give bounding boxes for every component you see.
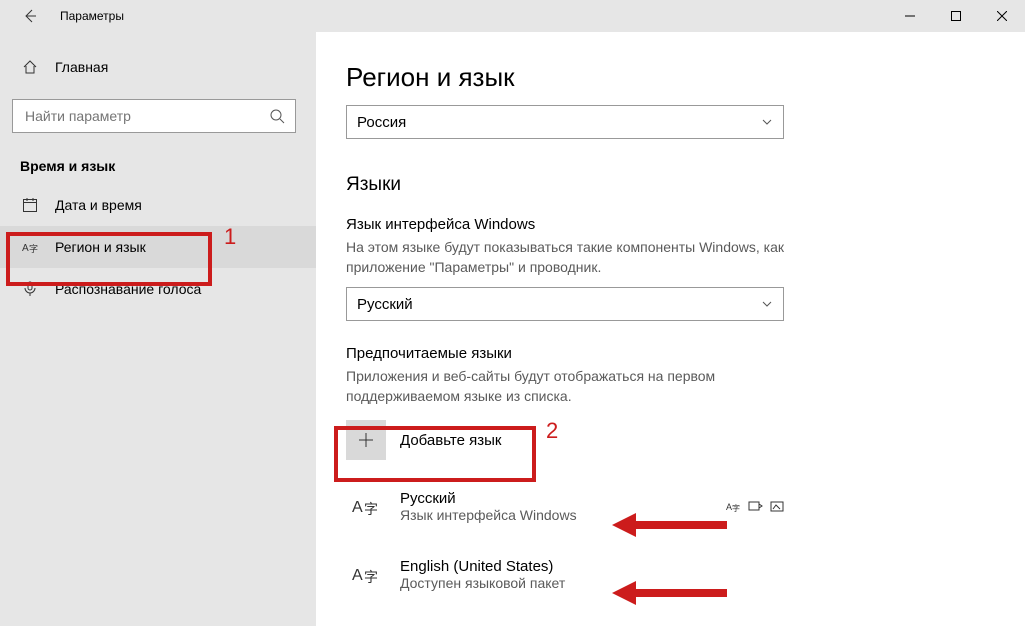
svg-text:字: 字 bbox=[364, 501, 378, 517]
nav-region-language[interactable]: A字 Регион и язык bbox=[0, 226, 316, 268]
back-button[interactable] bbox=[10, 0, 50, 32]
chevron-down-icon bbox=[761, 116, 773, 128]
nav-item-label: Регион и язык bbox=[55, 239, 146, 255]
language-glyph-icon: A字 bbox=[346, 486, 386, 526]
home-label: Главная bbox=[55, 59, 108, 75]
svg-text:A: A bbox=[352, 567, 363, 584]
annotation-arrow-1 bbox=[612, 510, 732, 540]
language-name: English (United States) bbox=[400, 558, 565, 575]
add-language-button[interactable]: Добавьте язык bbox=[346, 416, 548, 464]
window-title: Параметры bbox=[60, 9, 124, 23]
page-heading: Регион и язык bbox=[346, 62, 965, 93]
svg-text:字: 字 bbox=[364, 569, 378, 585]
language-glyph-icon: A字 bbox=[346, 554, 386, 594]
ui-lang-desc: На этом языке будут показываться такие к… bbox=[346, 238, 786, 277]
titlebar: Параметры bbox=[0, 0, 1025, 32]
close-button[interactable] bbox=[979, 0, 1025, 32]
svg-text:字: 字 bbox=[732, 503, 740, 513]
maximize-button[interactable] bbox=[933, 0, 979, 32]
annotation-arrow-2 bbox=[612, 578, 732, 608]
nav-item-label: Распознавание голоса bbox=[55, 281, 201, 297]
annotation-number-1: 1 bbox=[224, 224, 236, 250]
search-input[interactable] bbox=[13, 100, 295, 132]
search-icon bbox=[269, 108, 285, 124]
language-subtitle: Доступен языковой пакет bbox=[400, 575, 565, 591]
calendar-icon bbox=[20, 197, 40, 213]
minimize-button[interactable] bbox=[887, 0, 933, 32]
nav-item-label: Дата и время bbox=[55, 197, 142, 213]
svg-text:A: A bbox=[352, 499, 363, 516]
region-value: Россия bbox=[357, 114, 406, 131]
add-language-label: Добавьте язык bbox=[400, 432, 501, 449]
text-to-speech-badge-icon bbox=[748, 499, 764, 513]
language-icon: A字 bbox=[20, 239, 40, 255]
handwriting-badge-icon bbox=[770, 499, 786, 513]
pref-lang-desc: Приложения и веб-сайты будут отображатьс… bbox=[346, 367, 786, 406]
ui-lang-label: Язык интерфейса Windows bbox=[346, 216, 965, 233]
language-badges: A字 bbox=[726, 499, 786, 513]
home-icon bbox=[20, 59, 40, 75]
pref-lang-label: Предпочитаемые языки bbox=[346, 345, 965, 362]
region-dropdown[interactable]: Россия bbox=[346, 105, 784, 139]
language-subtitle: Язык интерфейса Windows bbox=[400, 507, 577, 523]
language-name: Русский bbox=[400, 490, 577, 507]
chevron-down-icon bbox=[761, 298, 773, 310]
ui-lang-dropdown[interactable]: Русский bbox=[346, 287, 784, 321]
plus-icon bbox=[346, 420, 386, 460]
microphone-icon bbox=[20, 281, 40, 297]
search-box[interactable] bbox=[12, 99, 296, 133]
languages-heading: Языки bbox=[346, 174, 965, 196]
nav-speech[interactable]: Распознавание голоса bbox=[0, 268, 316, 310]
annotation-number-2: 2 bbox=[546, 418, 558, 444]
ui-lang-value: Русский bbox=[357, 296, 413, 313]
sidebar: Главная Время и язык Дата и время A字 Рег… bbox=[0, 32, 316, 626]
svg-text:字: 字 bbox=[29, 243, 38, 254]
home-button[interactable]: Главная bbox=[0, 47, 316, 87]
svg-text:A: A bbox=[22, 243, 29, 254]
nav-date-time[interactable]: Дата и время bbox=[0, 184, 316, 226]
section-title: Время и язык bbox=[0, 148, 316, 184]
